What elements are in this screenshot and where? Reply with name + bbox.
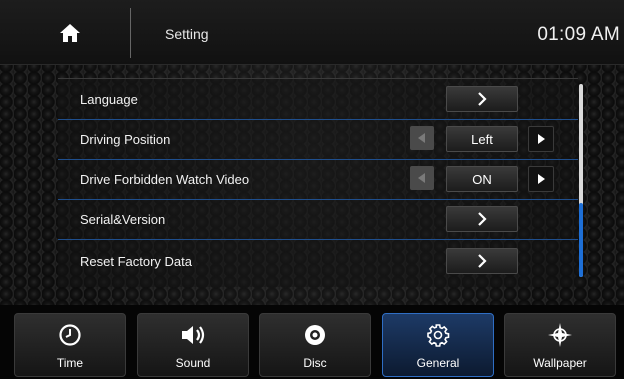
row-label: Language	[80, 92, 138, 107]
header-bar: Setting 01:09 AM	[0, 0, 624, 65]
tab-label: Wallpaper	[533, 356, 587, 370]
header-divider	[130, 8, 131, 58]
settings-row-drive-forbidden-video: Drive Forbidden Watch Video ON	[58, 159, 578, 200]
tab-label: Disc	[303, 356, 327, 370]
video-restriction-next-button[interactable]	[528, 166, 554, 192]
tab-disc[interactable]: Disc	[259, 313, 371, 377]
head-unit-screen: Setting 01:09 AM Language Driving Positi…	[0, 0, 624, 379]
triangle-right-icon	[538, 174, 545, 184]
gear-icon	[427, 324, 450, 347]
tab-label: Time	[56, 356, 84, 370]
tab-wallpaper[interactable]: Wallpaper	[504, 313, 616, 377]
triangle-left-icon	[418, 173, 425, 183]
settings-row-driving-position: Driving Position Left	[58, 119, 578, 160]
home-icon	[60, 24, 80, 42]
video-restriction-value: ON	[446, 166, 518, 192]
row-label: Drive Forbidden Watch Video	[80, 172, 250, 187]
tab-time[interactable]: Time	[14, 313, 126, 377]
bottom-tab-bar: Time Sound Disc General Wallpaper	[0, 305, 624, 379]
language-open-button[interactable]	[446, 86, 518, 112]
driving-position-value: Left	[446, 126, 518, 152]
row-label: Reset Factory Data	[80, 254, 192, 269]
chevron-right-icon	[478, 254, 487, 268]
triangle-right-icon	[538, 134, 545, 144]
scrollbar-thumb[interactable]	[579, 203, 583, 277]
tab-label: General	[416, 356, 460, 370]
driving-position-prev-button[interactable]	[410, 126, 434, 150]
serial-version-open-button[interactable]	[446, 206, 518, 232]
driving-position-next-button[interactable]	[528, 126, 554, 152]
tab-sound[interactable]: Sound	[137, 313, 249, 377]
row-label: Serial&Version	[80, 212, 166, 227]
settings-row-serial-version[interactable]: Serial&Version	[58, 199, 578, 240]
wallpaper-icon	[548, 323, 572, 347]
page-title: Setting	[165, 26, 209, 42]
triangle-left-icon	[418, 133, 425, 143]
speaker-icon	[182, 326, 205, 344]
settings-scrollbar[interactable]	[579, 84, 583, 277]
chevron-right-icon	[478, 212, 487, 226]
disc-icon	[305, 325, 325, 345]
home-button[interactable]	[40, 12, 100, 54]
video-restriction-prev-button[interactable]	[410, 166, 434, 190]
chevron-right-icon	[478, 92, 487, 106]
reset-factory-open-button[interactable]	[446, 248, 518, 274]
settings-row-reset-factory[interactable]: Reset Factory Data	[58, 241, 578, 281]
tab-label: Sound	[175, 356, 211, 370]
row-label: Driving Position	[80, 132, 171, 147]
settings-list: Language Driving Position Left Drive For…	[58, 78, 578, 287]
clock: 01:09 AM	[537, 24, 620, 45]
clock-icon	[59, 324, 81, 346]
tab-general[interactable]: General	[382, 313, 494, 377]
settings-row-language[interactable]: Language	[58, 79, 578, 120]
